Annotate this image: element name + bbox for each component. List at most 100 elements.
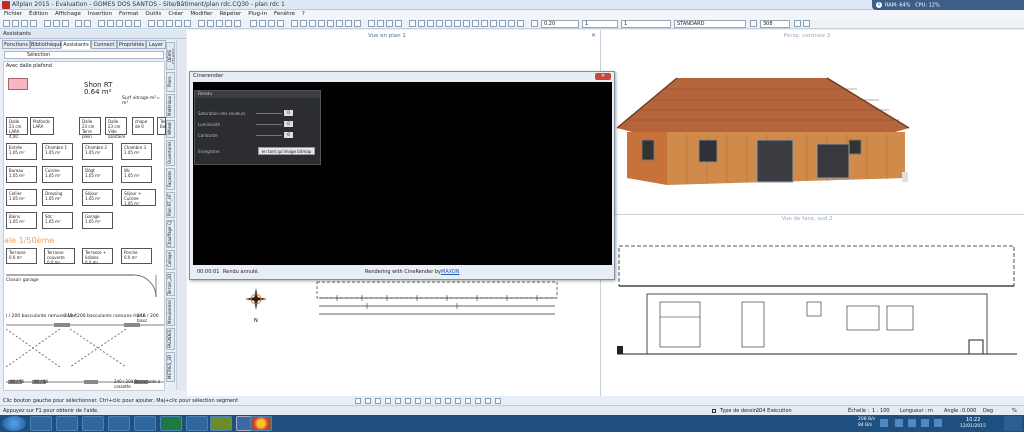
- view-render-icon[interactable]: [435, 398, 441, 404]
- room-degt[interactable]: Dégt 1.05 m²: [82, 166, 113, 183]
- room-wc[interactable]: Wc 1.05 m²: [121, 166, 152, 183]
- style-icon[interactable]: [336, 20, 343, 27]
- terrasse[interactable]: Terrasse 0.0 m²: [6, 248, 37, 264]
- room-sdc[interactable]: Sdc 1.05 m²: [42, 212, 73, 229]
- pan-icon[interactable]: [418, 20, 425, 27]
- redo-icon[interactable]: [84, 20, 91, 27]
- scanner-icon[interactable]: [134, 416, 156, 431]
- luminosity-slider[interactable]: [256, 124, 282, 125]
- room-garage[interactable]: Garage 1.05 m²: [82, 212, 113, 229]
- plafonds-lara[interactable]: Plafonds LARA: [30, 117, 54, 135]
- symbol-icon[interactable]: [345, 20, 352, 27]
- side-tab-metres[interactable]: METRES_3D: [166, 352, 175, 382]
- cube-icon[interactable]: [368, 20, 375, 27]
- view-color-icon[interactable]: [465, 398, 471, 404]
- view-fit-icon[interactable]: [415, 398, 421, 404]
- properties-icon[interactable]: [259, 20, 266, 27]
- cut-icon[interactable]: [44, 20, 51, 27]
- ie-icon[interactable]: [30, 416, 52, 431]
- room-cuisine[interactable]: Cuisine 1.05 m²: [42, 166, 73, 183]
- room-chambre-2[interactable]: Chambre 2 1.05 m²: [82, 143, 113, 160]
- side-tab-materiaux[interactable]: Matériaux: [166, 94, 175, 118]
- side-tab-facades[interactable]: Façades: [166, 168, 175, 190]
- layer-settings-icon[interactable]: [750, 20, 757, 27]
- navigation-icon[interactable]: [463, 20, 470, 27]
- color-icon[interactable]: [291, 20, 298, 27]
- start-icon[interactable]: [2, 416, 26, 431]
- menu-modifier[interactable]: Modifier: [186, 10, 215, 17]
- paste-icon[interactable]: [62, 20, 69, 27]
- undo-icon[interactable]: [75, 20, 82, 27]
- tab-fonctions[interactable]: Fonctions: [2, 40, 30, 49]
- show-desktop-button[interactable]: [1004, 416, 1022, 431]
- side-tab-plan-rt[interactable]: Plan RT_HT: [166, 192, 175, 218]
- cylinder-icon[interactable]: [386, 20, 393, 27]
- dimension-icon[interactable]: [309, 20, 316, 27]
- camera-icon[interactable]: [490, 20, 497, 27]
- percent-unit[interactable]: %: [1012, 408, 1017, 414]
- clock-time[interactable]: 10:22: [966, 417, 980, 423]
- saturation-value[interactable]: 0: [284, 110, 293, 116]
- chrome-icon[interactable]: [250, 416, 272, 431]
- scale-value[interactable]: 1 : 100: [872, 408, 890, 414]
- grid-icon[interactable]: [107, 20, 114, 27]
- luminosity-value[interactable]: 0: [284, 121, 293, 127]
- drawing-type-value[interactable]: 204 Exécution: [756, 408, 792, 414]
- snap-icon[interactable]: [116, 20, 123, 27]
- side-tab-facades-2[interactable]: FACADES: [166, 328, 175, 350]
- material-icon[interactable]: [508, 20, 515, 27]
- palette-scrollbar[interactable]: [176, 40, 186, 390]
- angle-value[interactable]: 0.000: [962, 408, 976, 414]
- save-icon[interactable]: [21, 20, 28, 27]
- terrasse-balcon[interactable]: Terra Balco: [157, 117, 171, 135]
- view-3d-icon[interactable]: [425, 398, 431, 404]
- menu-affichage[interactable]: Affichage: [51, 10, 84, 17]
- view-3d-icon[interactable]: [207, 20, 214, 27]
- measure-icon[interactable]: [454, 20, 461, 27]
- ortho-icon[interactable]: [125, 20, 132, 27]
- slab-lara[interactable]: Dalle 23 cm LARA 4,00: [6, 117, 28, 139]
- viewport-divider-h[interactable]: [601, 214, 1024, 215]
- battery-icon[interactable]: [934, 419, 942, 427]
- side-tab-wheat[interactable]: Wheat: [166, 120, 175, 138]
- open-icon[interactable]: [12, 20, 19, 27]
- regen-icon[interactable]: [445, 20, 452, 27]
- allplan-icon[interactable]: [186, 416, 208, 431]
- menu-outils[interactable]: Outils: [141, 10, 164, 17]
- porche[interactable]: Porche 0.0 m²: [121, 248, 152, 264]
- door-symbols-drawing[interactable]: [4, 267, 166, 392]
- light-icon[interactable]: [499, 20, 506, 27]
- viewport-title-persp[interactable]: Persp. centrale 3: [747, 33, 867, 39]
- elevation-icon[interactable]: [148, 20, 155, 27]
- window-icon[interactable]: [184, 20, 191, 27]
- tab-layer[interactable]: Layer: [146, 40, 166, 49]
- tab-proprietes[interactable]: Propriétés: [117, 40, 146, 49]
- zoom-icon[interactable]: [409, 20, 416, 27]
- fileset-icon[interactable]: [268, 20, 275, 27]
- menu-help[interactable]: ?: [298, 10, 308, 17]
- hatch-icon[interactable]: [318, 20, 325, 27]
- terrasse-couverte[interactable]: Terrasse couverte 0.0 m²: [44, 248, 75, 265]
- drawing-type-select[interactable]: 308: [760, 20, 790, 28]
- paint-icon[interactable]: [803, 20, 810, 27]
- length-value[interactable]: m: [928, 408, 933, 414]
- view-grid-icon[interactable]: [385, 398, 391, 404]
- room-sejour[interactable]: Séjour 1.05 m²: [82, 189, 113, 206]
- side-tab-plans[interactable]: Plans: [166, 72, 175, 92]
- assistant-select[interactable]: Sélection: [4, 51, 164, 59]
- menu-creer[interactable]: Créer: [164, 10, 186, 17]
- layer-icon[interactable]: [98, 20, 105, 27]
- tab-connect[interactable]: Connect: [91, 40, 117, 49]
- pattern-icon[interactable]: [327, 20, 334, 27]
- text-icon[interactable]: [300, 20, 307, 27]
- tray-icon-1[interactable]: [895, 419, 903, 427]
- view-camera-icon[interactable]: [455, 398, 461, 404]
- new-icon[interactable]: [3, 20, 10, 27]
- shon-swatch[interactable]: [8, 78, 28, 90]
- room-dressing[interactable]: Dressing 1.05 m²: [42, 189, 73, 206]
- menu-insertion[interactable]: Insertion: [84, 10, 115, 17]
- fill-icon[interactable]: [134, 20, 141, 27]
- view-line-icon[interactable]: [365, 398, 371, 404]
- plan-icon[interactable]: [234, 20, 241, 27]
- terrasse-lisibles[interactable]: Terrasse + lisibles 0.0 m²: [82, 248, 113, 265]
